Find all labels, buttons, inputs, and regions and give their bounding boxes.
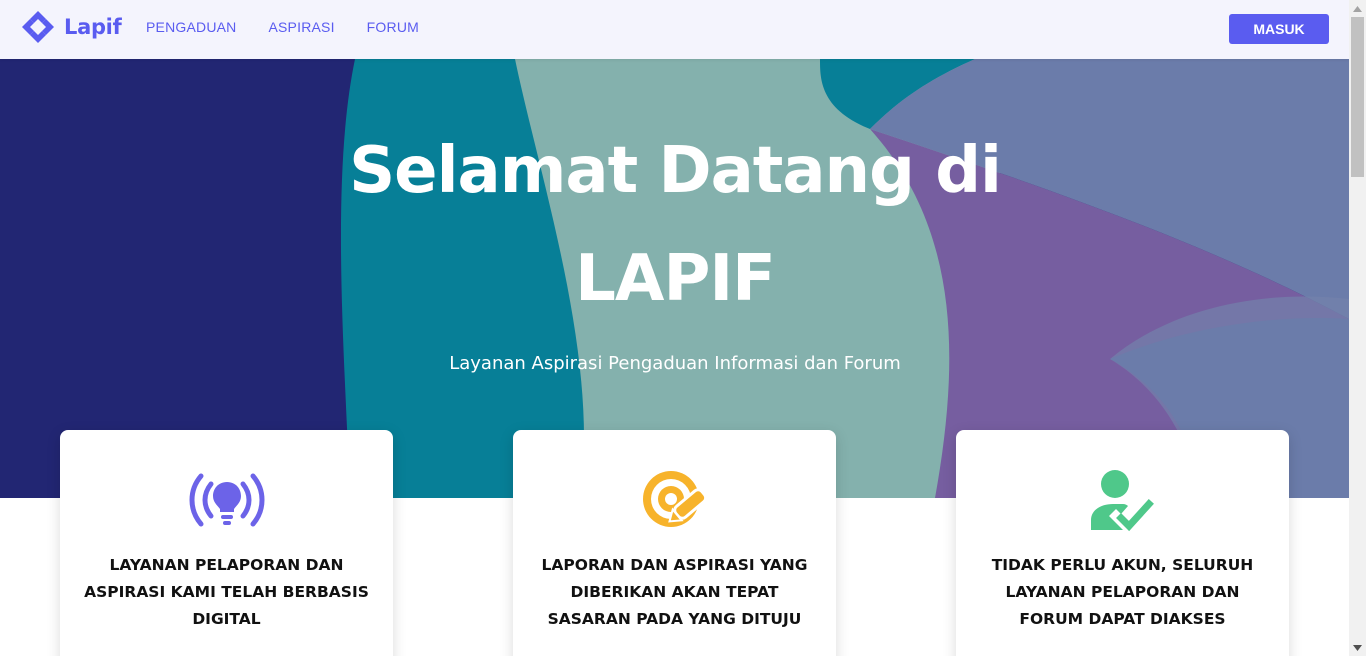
hero-title-line2: LAPIF [575,242,776,316]
lapif-logo-icon [22,11,54,43]
scrollbar-thumb[interactable] [1351,17,1364,177]
feature-card-digital: LAYANAN PELAPORAN DAN ASPIRASI KAMI TELA… [60,430,393,656]
feature-text-target: LAPORAN DAN ASPIRASI YANG DIBERIKAN AKAN… [541,556,808,628]
user-check-icon [1090,470,1154,532]
navbar: Lapif PENGADUAN ASPIRASI FORUM MASUK [0,0,1349,59]
hero-subtitle: Layanan Aspirasi Pengaduan Informasi dan… [449,353,901,374]
broadcast-lightbulb-icon [189,473,264,527]
brand-name: Lapif [64,15,122,39]
feature-card-no-account: TIDAK PERLU AKUN, SELURUH LAYANAN PELAPO… [956,430,1289,656]
scroll-up-arrow-icon[interactable] [1349,0,1366,17]
target-pencil-icon [642,471,707,527]
login-button[interactable]: MASUK [1229,14,1329,44]
nav-link-forum[interactable]: FORUM [367,19,419,35]
brand[interactable]: Lapif [21,10,122,44]
nav-links: PENGADUAN ASPIRASI FORUM [146,19,451,35]
nav-link-aspirasi[interactable]: ASPIRASI [268,19,334,35]
feature-text-no-account: TIDAK PERLU AKUN, SELURUH LAYANAN PELAPO… [991,556,1254,628]
feature-card-target: LAPORAN DAN ASPIRASI YANG DIBERIKAN AKAN… [513,430,836,656]
hero-title: Selamat Datang di LAPIF [300,117,1050,333]
nav-link-pengaduan[interactable]: PENGADUAN [146,19,236,35]
vertical-scrollbar[interactable] [1349,0,1366,656]
feature-text-digital: LAYANAN PELAPORAN DAN ASPIRASI KAMI TELA… [84,556,369,628]
scroll-down-arrow-icon[interactable] [1349,639,1366,656]
hero-title-line1: Selamat Datang di [349,134,1002,208]
